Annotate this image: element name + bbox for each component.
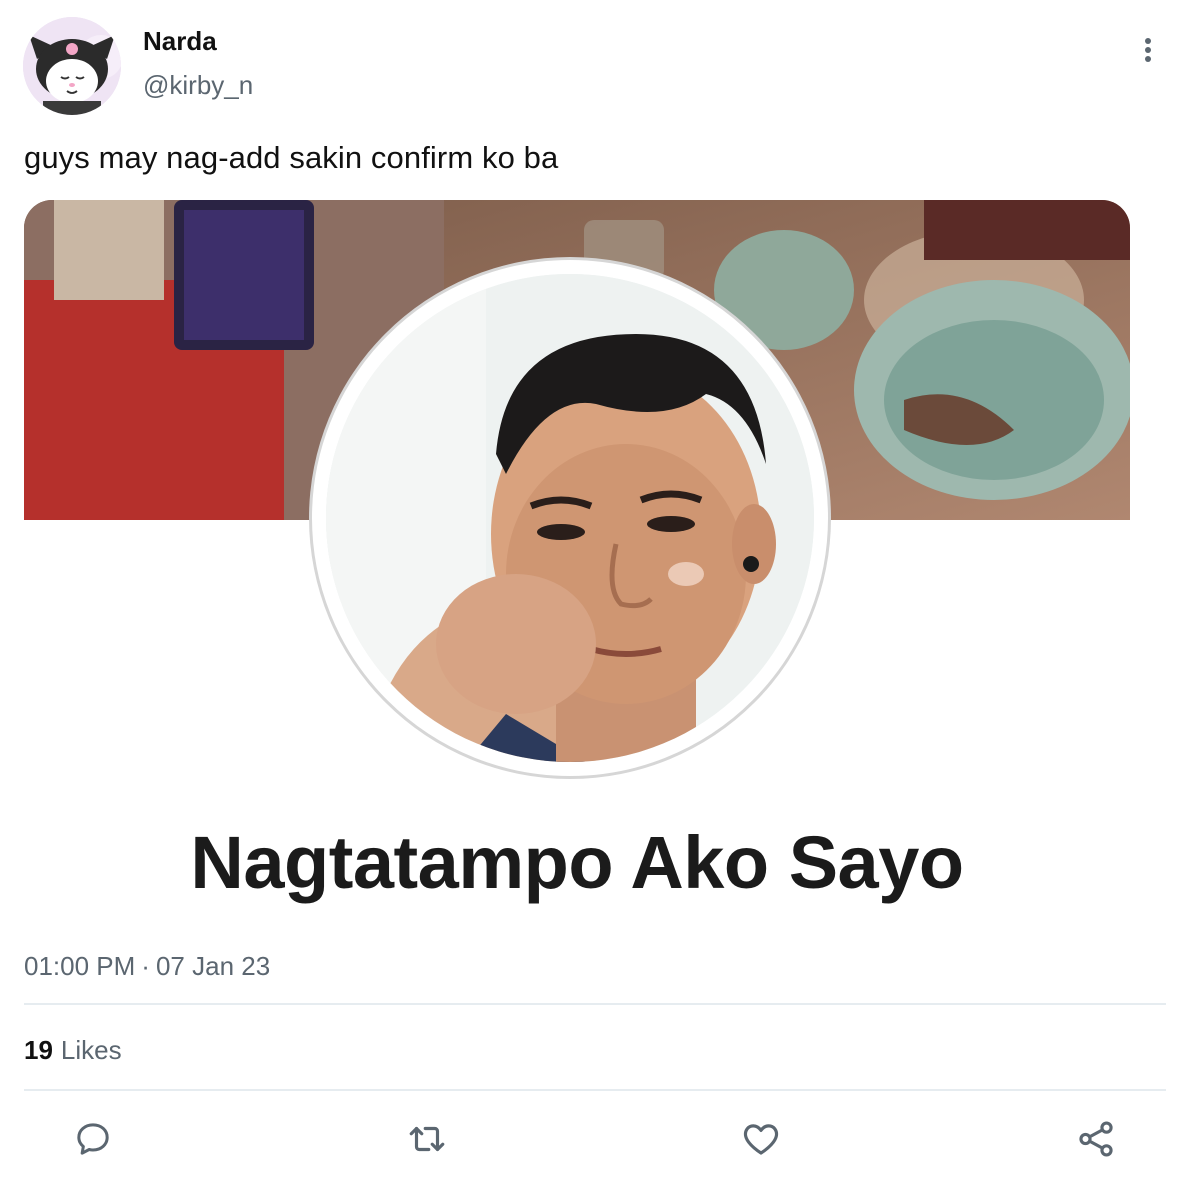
likes-count: 19 <box>24 1035 53 1065</box>
tweet-text: guys may nag-add sakin confirm ko ba <box>24 140 559 175</box>
share-icon <box>1079 1121 1113 1157</box>
kuromi-avatar-icon <box>23 17 121 115</box>
author-handle[interactable]: @kirby_n <box>143 70 253 101</box>
more-options-button[interactable] <box>1131 33 1165 67</box>
tweet-timestamp[interactable]: 01:00 PM · 07 Jan 23 <box>24 951 270 982</box>
more-vertical-icon <box>1145 38 1151 62</box>
reply-button[interactable] <box>70 1116 116 1162</box>
profile-picture <box>312 260 828 776</box>
tweet-date: 07 Jan 23 <box>155 951 271 981</box>
divider-top <box>24 1003 1166 1005</box>
retweet-icon <box>409 1126 445 1152</box>
profile-photo <box>326 274 814 762</box>
author-display-name[interactable]: Narda <box>143 26 217 57</box>
profile-display-name: Nagtatampo Ako Sayo <box>190 821 964 904</box>
retweet-button[interactable] <box>404 1116 450 1162</box>
timestamp-separator: · <box>141 951 150 981</box>
tweet-time: 01:00 PM <box>24 951 136 981</box>
heart-icon <box>743 1124 779 1155</box>
like-button[interactable] <box>738 1116 784 1162</box>
share-button[interactable] <box>1073 1116 1119 1162</box>
comment-icon <box>77 1123 109 1155</box>
likes-label: Likes <box>60 1035 122 1065</box>
likes-summary[interactable]: 19 Likes <box>24 1035 122 1066</box>
divider-bottom <box>24 1089 1166 1091</box>
tweet-media-image[interactable]: Nagtatampo Ako Sayo <box>24 200 1130 940</box>
author-avatar[interactable] <box>23 17 121 115</box>
tweet-card: Narda @kirby_n guys may nag-add sakin co… <box>0 0 1189 1200</box>
